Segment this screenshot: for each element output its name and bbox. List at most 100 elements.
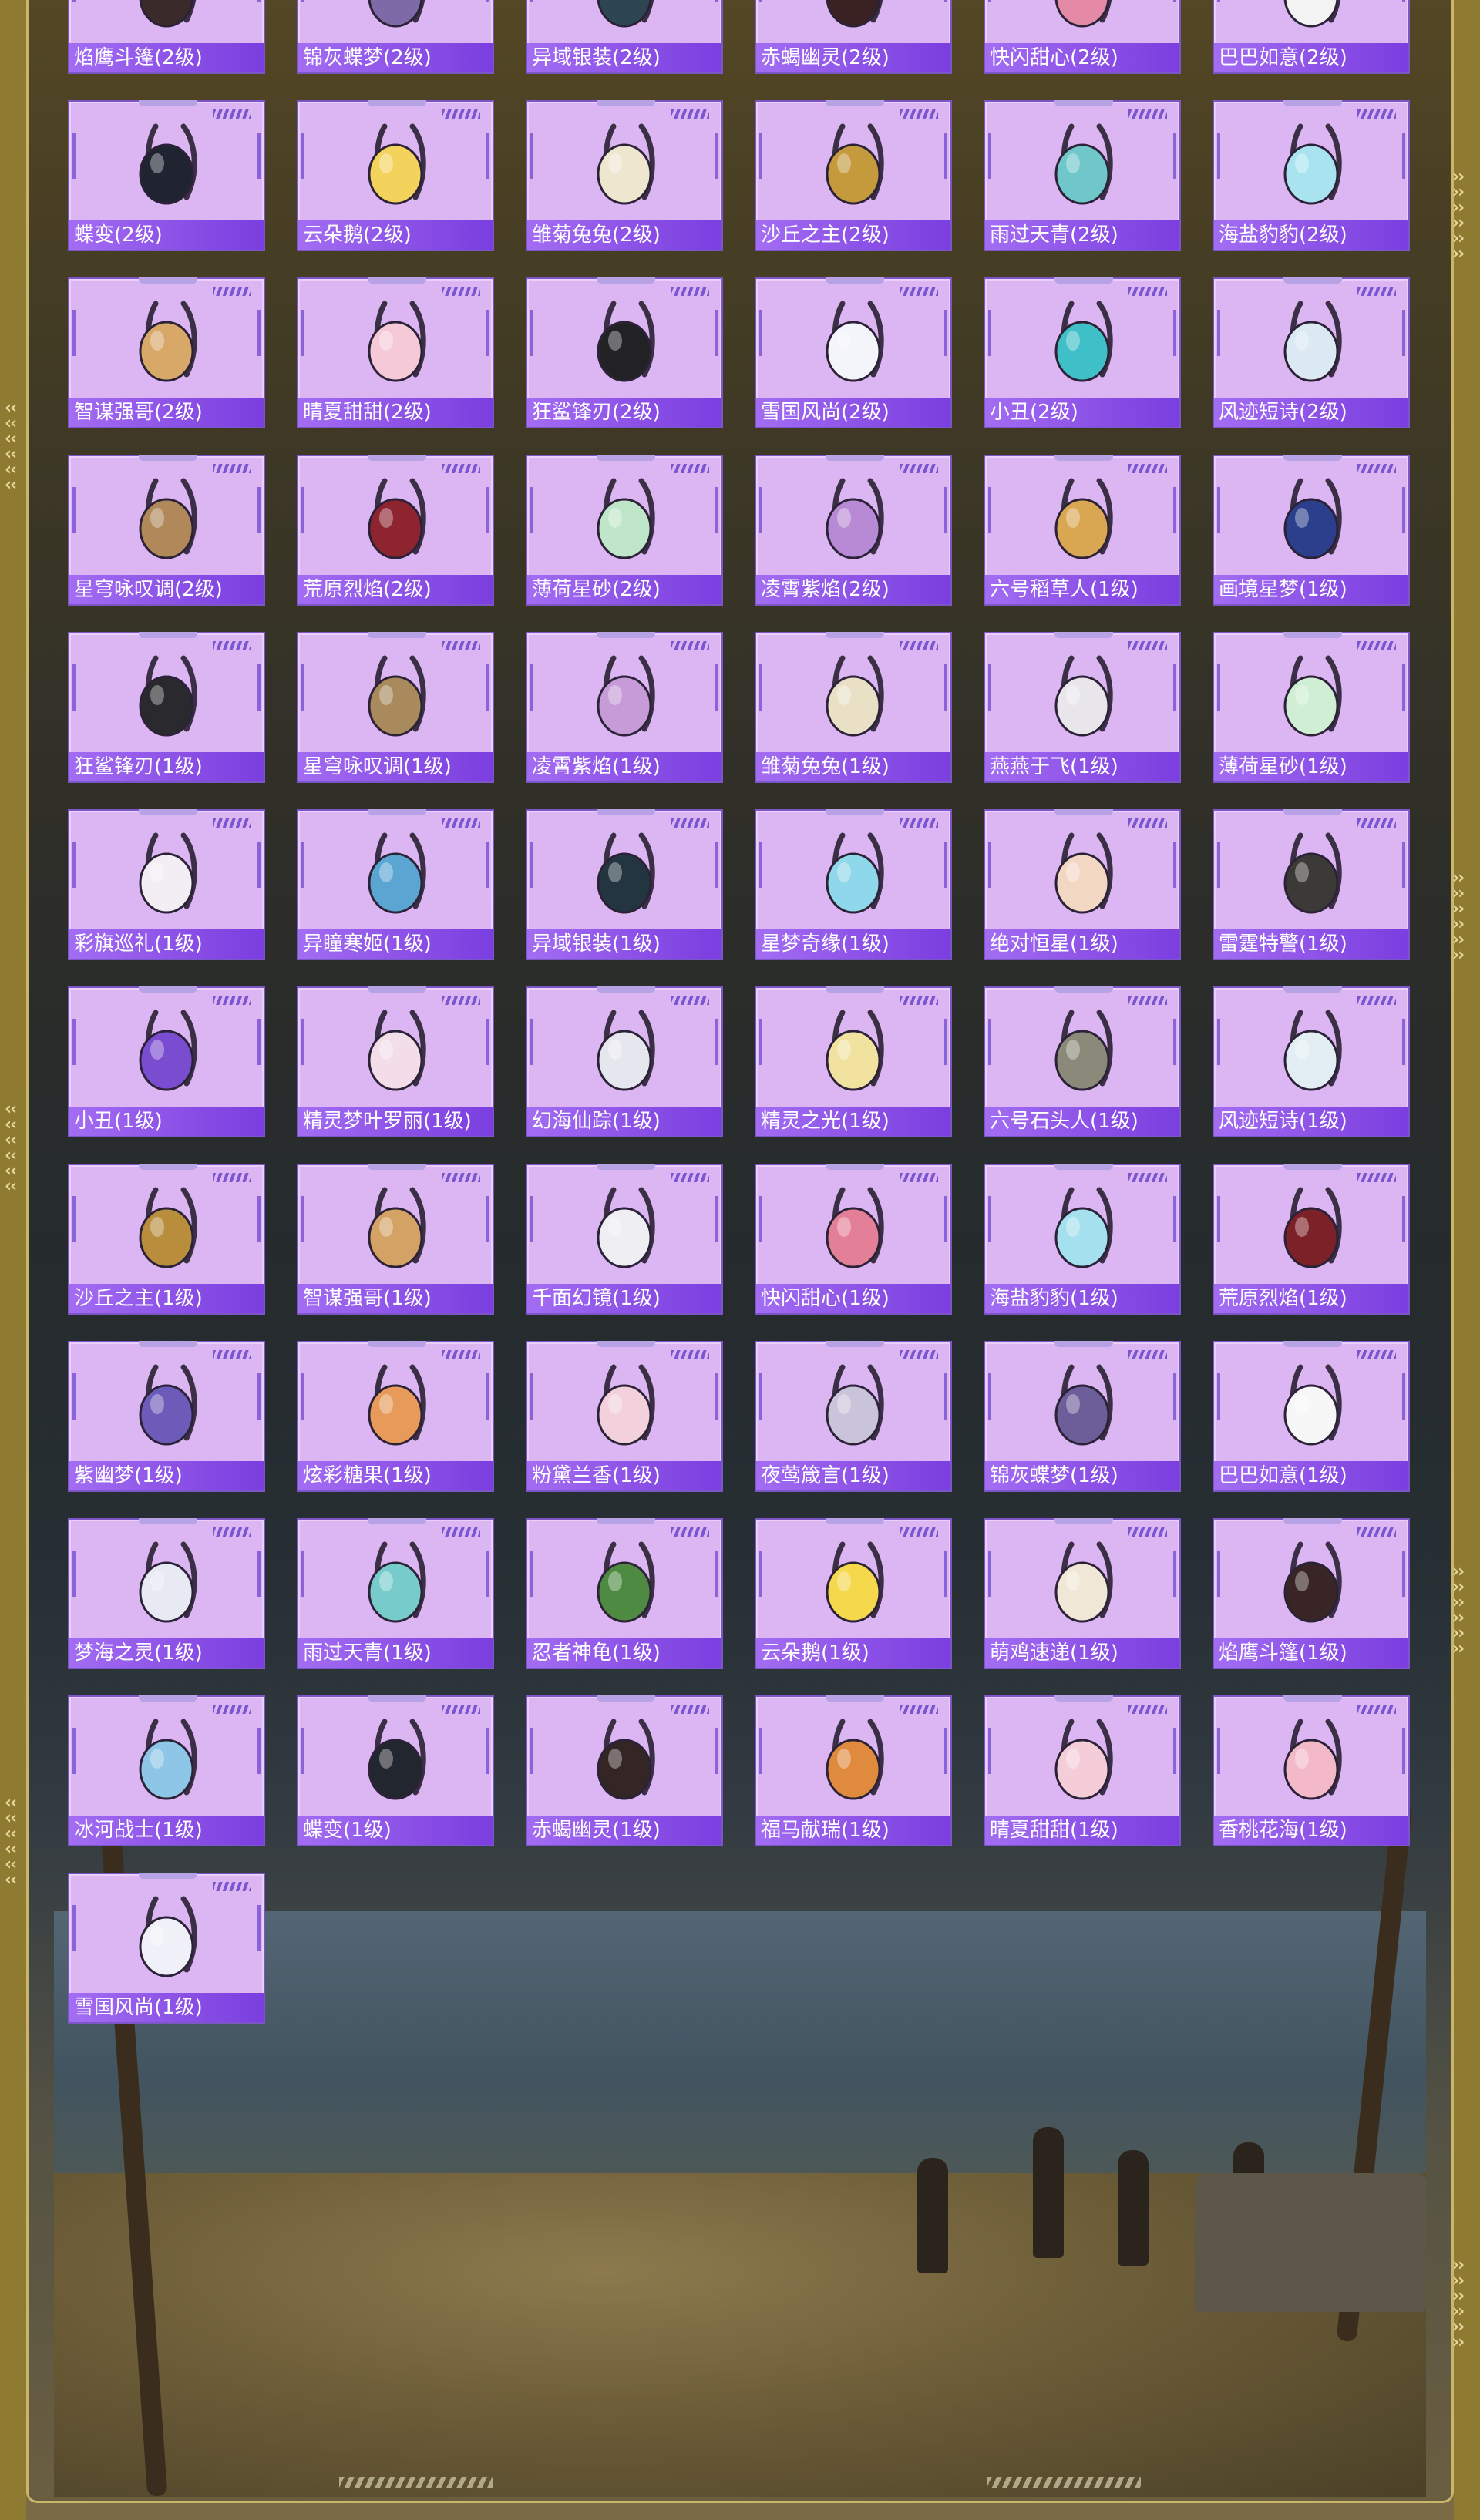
backpack-card[interactable]: 荒原烈焰(1级) xyxy=(1213,1164,1410,1315)
backpack-card[interactable]: 赤蝎幽灵(2级) xyxy=(755,0,952,74)
card-side-bar-decor xyxy=(1173,1196,1176,1242)
backpack-card[interactable]: 云朵鹅(2级) xyxy=(297,100,494,251)
backpack-card[interactable]: 雪国风尚(2级) xyxy=(755,277,952,428)
backpack-card[interactable]: 智谋强哥(2级) xyxy=(68,277,265,428)
backpack-card[interactable]: 蝶变(2级) xyxy=(68,100,265,251)
backpack-card[interactable]: 画境星梦(1级) xyxy=(1213,455,1410,606)
backpack-card[interactable]: 锦灰蝶梦(2级) xyxy=(297,0,494,74)
backpack-card[interactable]: 千面幻镜(1级) xyxy=(526,1164,723,1315)
backpack-icon xyxy=(826,1719,884,1800)
backpack-card[interactable]: 夜莺箴言(1级) xyxy=(755,1341,952,1492)
backpack-card[interactable]: 雏菊兔兔(2级) xyxy=(526,100,723,251)
backpack-card[interactable]: 小丑(2级) xyxy=(984,277,1181,428)
truck xyxy=(1195,2173,1426,2312)
backpack-card[interactable]: 沙丘之主(1级) xyxy=(68,1164,265,1315)
backpack-name-label: 六号石头人(1级) xyxy=(985,1107,1179,1136)
backpack-card[interactable]: 异域银装(2级) xyxy=(526,0,723,74)
card-side-bar-decor xyxy=(257,1019,261,1065)
card-side-bar-decor xyxy=(715,1551,718,1597)
backpack-card[interactable]: 沙丘之主(2级) xyxy=(755,100,952,251)
card-side-bar-decor xyxy=(715,1728,718,1774)
card-notch-decor xyxy=(1283,1164,1342,1170)
card-side-bar-decor xyxy=(530,842,533,888)
backpack-card[interactable]: 凌霄紫焰(1级) xyxy=(526,632,723,783)
backpack-card[interactable]: 星穹咏叹调(1级) xyxy=(297,632,494,783)
backpack-card[interactable]: 快闪甜心(2级) xyxy=(984,0,1181,74)
backpack-card[interactable]: 雏菊兔兔(1级) xyxy=(755,632,952,783)
backpack-card[interactable]: 晴夏甜甜(1级) xyxy=(984,1695,1181,1846)
card-notch-decor xyxy=(368,1164,426,1170)
card-side-bar-decor xyxy=(988,842,991,888)
backpack-card[interactable]: 雨过天青(1级) xyxy=(297,1518,494,1669)
backpack-card[interactable]: 星穹咏叹调(2级) xyxy=(68,455,265,606)
card-side-bar-decor xyxy=(301,1019,304,1065)
backpack-card[interactable]: 荒原烈焰(2级) xyxy=(297,455,494,606)
card-side-bar-decor xyxy=(1217,1373,1220,1420)
backpack-card[interactable]: 冰河战士(1级) xyxy=(68,1695,265,1846)
card-side-bar-decor xyxy=(72,1196,76,1242)
backpack-card[interactable]: 薄荷星砂(2级) xyxy=(526,455,723,606)
backpack-card[interactable]: 彩旗巡礼(1级) xyxy=(68,809,265,960)
backpack-card[interactable]: 紫幽梦(1级) xyxy=(68,1341,265,1492)
bottom-strip-decor xyxy=(339,2477,493,2488)
backpack-icon xyxy=(597,301,655,382)
card-side-bar-decor xyxy=(1173,1551,1176,1597)
backpack-card[interactable]: 薄荷星砂(1级) xyxy=(1213,632,1410,783)
backpack-card[interactable]: 梦海之灵(1级) xyxy=(68,1518,265,1669)
backpack-card[interactable]: 燕燕于飞(1级) xyxy=(984,632,1181,783)
backpack-card[interactable]: 炫彩糖果(1级) xyxy=(297,1341,494,1492)
backpack-card[interactable]: 焰鹰斗篷(2级) xyxy=(68,0,265,74)
backpack-card[interactable]: 智谋强哥(1级) xyxy=(297,1164,494,1315)
backpack-card[interactable]: 香桃花海(1级) xyxy=(1213,1695,1410,1846)
backpack-card[interactable]: 幻海仙踪(1级) xyxy=(526,986,723,1137)
backpack-name-label: 夜莺箴言(1级) xyxy=(756,1461,950,1490)
backpack-card[interactable]: 蝶变(1级) xyxy=(297,1695,494,1846)
backpack-name-label: 蝶变(2级) xyxy=(69,220,264,250)
backpack-card[interactable]: 巴巴如意(1级) xyxy=(1213,1341,1410,1492)
backpack-icon xyxy=(139,1719,197,1800)
backpack-card[interactable]: 忍者神龟(1级) xyxy=(526,1518,723,1669)
backpack-card[interactable]: 凌霄紫焰(2级) xyxy=(755,455,952,606)
backpack-card[interactable]: 海盐豹豹(2级) xyxy=(1213,100,1410,251)
backpack-card[interactable]: 海盐豹豹(1级) xyxy=(984,1164,1181,1315)
backpack-card[interactable]: 锦灰蝶梦(1级) xyxy=(984,1341,1181,1492)
backpack-card[interactable]: 云朵鹅(1级) xyxy=(755,1518,952,1669)
backpack-card[interactable]: 风迹短诗(1级) xyxy=(1213,986,1410,1137)
backpack-name-label: 异域银装(1级) xyxy=(527,929,722,959)
backpack-card[interactable]: 狂鲨锋刃(1级) xyxy=(68,632,265,783)
card-side-bar-decor xyxy=(715,1196,718,1242)
backpack-card[interactable]: 福马献瑞(1级) xyxy=(755,1695,952,1846)
backpack-card[interactable]: 狂鲨锋刃(2级) xyxy=(526,277,723,428)
backpack-name-label: 异瞳寒姬(1级) xyxy=(298,929,493,959)
backpack-card[interactable]: 六号稻草人(1级) xyxy=(984,455,1181,606)
backpack-name-label: 风迹短诗(1级) xyxy=(1214,1107,1408,1136)
backpack-card[interactable]: 萌鸡速递(1级) xyxy=(984,1518,1181,1669)
backpack-card[interactable]: 晴夏甜甜(2级) xyxy=(297,277,494,428)
card-side-bar-decor xyxy=(72,1019,76,1065)
backpack-card[interactable]: 快闪甜心(1级) xyxy=(755,1164,952,1315)
backpack-card[interactable]: 异瞳寒姬(1级) xyxy=(297,809,494,960)
card-side-bar-decor xyxy=(72,842,76,888)
backpack-card[interactable]: 雷霆特警(1级) xyxy=(1213,809,1410,960)
backpack-card[interactable]: 巴巴如意(2级) xyxy=(1213,0,1410,74)
backpack-card[interactable]: 焰鹰斗篷(1级) xyxy=(1213,1518,1410,1669)
backpack-card[interactable]: 赤蝎幽灵(1级) xyxy=(526,1695,723,1846)
card-notch-decor xyxy=(1283,809,1342,815)
backpack-card[interactable]: 精灵之光(1级) xyxy=(755,986,952,1137)
backpack-card[interactable]: 粉黛兰香(1级) xyxy=(526,1341,723,1492)
backpack-card[interactable]: 异域银装(1级) xyxy=(526,809,723,960)
backpack-card[interactable]: 雪国风尚(1级) xyxy=(68,1873,265,2024)
backpack-card[interactable]: 精灵梦叶罗丽(1级) xyxy=(297,986,494,1137)
backpack-card[interactable]: 星梦奇缘(1级) xyxy=(755,809,952,960)
backpack-card[interactable]: 风迹短诗(2级) xyxy=(1213,277,1410,428)
card-side-bar-decor xyxy=(1173,842,1176,888)
card-side-bar-decor xyxy=(486,133,489,179)
backpack-icon xyxy=(1283,0,1341,28)
backpack-icon xyxy=(139,301,197,382)
backpack-card[interactable]: 绝对恒星(1级) xyxy=(984,809,1181,960)
backpack-card[interactable]: 小丑(1级) xyxy=(68,986,265,1137)
card-notch-decor xyxy=(1283,1341,1342,1347)
backpack-icon xyxy=(826,1364,884,1446)
backpack-card[interactable]: 六号石头人(1级) xyxy=(984,986,1181,1137)
backpack-card[interactable]: 雨过天青(2级) xyxy=(984,100,1181,251)
